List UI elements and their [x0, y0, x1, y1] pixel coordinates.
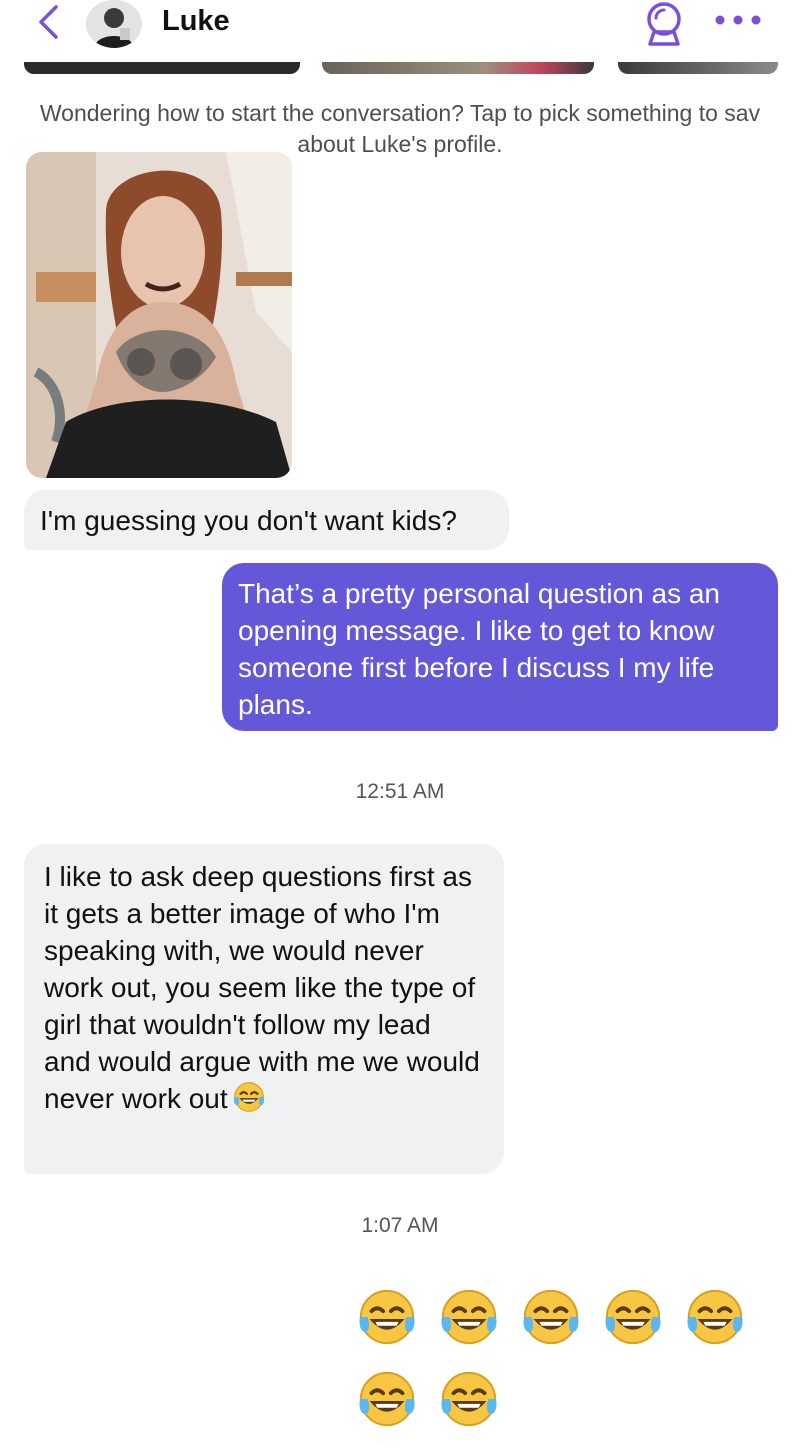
chat-header: Luke	[0, 0, 800, 62]
more-options-button[interactable]	[712, 2, 764, 38]
message-text: I like to ask deep questions first as it…	[44, 861, 480, 1114]
message-incoming[interactable]: I like to ask deep questions first as it…	[24, 844, 504, 1174]
face-with-tears-of-joy-icon	[605, 1289, 661, 1345]
ellipsis-icon	[715, 15, 761, 25]
chevron-left-icon	[39, 5, 58, 39]
face-with-tears-of-joy-icon	[441, 1371, 497, 1427]
preview-card[interactable]	[618, 62, 778, 74]
avatar[interactable]	[86, 0, 142, 48]
message-incoming[interactable]: I'm guessing you don't want kids?	[24, 490, 509, 550]
face-with-tears-of-joy-icon	[441, 1289, 497, 1345]
preview-card[interactable]	[322, 62, 594, 74]
conversation-starter-prompt[interactable]: Wondering how to start the conversation?…	[20, 98, 780, 160]
back-button[interactable]	[28, 2, 68, 42]
contact-name[interactable]: Luke	[162, 5, 230, 38]
timestamp: 12:51 AM	[355, 780, 445, 803]
avatar-photo	[86, 0, 142, 48]
message-outgoing-emojis[interactable]	[356, 1286, 766, 1430]
timestamp: 1:07 AM	[361, 1214, 439, 1237]
face-with-tears-of-joy-icon	[687, 1289, 743, 1345]
face-with-tears-of-joy-icon	[359, 1371, 415, 1427]
crystal-ball-icon	[647, 2, 681, 46]
profile-preview-strip	[0, 62, 800, 76]
face-with-tears-of-joy-icon	[523, 1289, 579, 1345]
preview-card[interactable]	[24, 62, 300, 74]
face-with-tears-of-joy-icon	[232, 1080, 266, 1123]
profile-photo[interactable]	[26, 152, 292, 478]
view-profile-button[interactable]	[641, 0, 687, 46]
face-with-tears-of-joy-icon	[359, 1289, 415, 1345]
message-outgoing[interactable]: That’s a pretty personal question as an …	[222, 563, 778, 731]
